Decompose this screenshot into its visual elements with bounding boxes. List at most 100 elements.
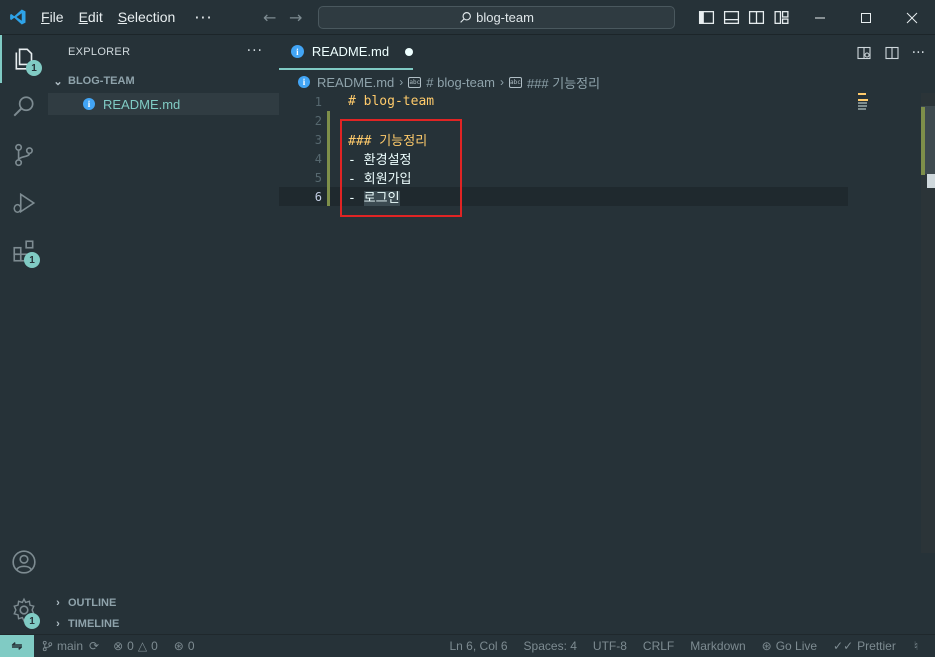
maximize-button[interactable] — [843, 0, 889, 35]
ports-count: 0 — [187, 639, 195, 653]
breadcrumb-heading-1[interactable]: # blog-team — [426, 75, 495, 90]
toggle-primary-sidebar-icon[interactable] — [698, 9, 715, 26]
language-mode: Markdown — [690, 639, 746, 653]
activity-source-control[interactable] — [0, 131, 48, 179]
chevron-right-icon: › — [399, 75, 404, 89]
info-file-icon: i — [291, 45, 304, 58]
timeline-section-header[interactable]: › TIMELINE — [48, 613, 279, 635]
breadcrumb: i README.md › abc # blog-team › abc ### … — [279, 71, 600, 93]
indentation: Spaces: 4 — [523, 639, 577, 653]
tab-label: README.md — [311, 44, 390, 59]
close-window-button[interactable] — [889, 0, 935, 35]
gutter-added-marker — [327, 111, 330, 130]
chevron-right-icon: › — [56, 618, 60, 630]
gutter-added-marker — [327, 130, 330, 149]
folder-section-header[interactable]: ⌄ BLOG-TEAM — [48, 70, 279, 92]
editor-more-button[interactable]: ··· — [912, 45, 925, 61]
breadcrumb-heading-3[interactable]: ### 기능정리 — [527, 73, 600, 92]
toggle-panel-icon[interactable] — [723, 9, 740, 26]
explorer-badge: 1 — [26, 60, 42, 76]
eol: CRLF — [642, 639, 675, 653]
menu-selection[interactable]: Selection — [116, 7, 178, 27]
branch-status[interactable]: main ⟳ — [42, 639, 99, 653]
customize-layout-icon[interactable] — [773, 9, 790, 26]
back-arrow-icon[interactable]: ← — [263, 8, 276, 27]
go-live-button[interactable]: ⊛ Go Live — [762, 639, 817, 653]
string-symbol-icon: abc — [508, 76, 522, 88]
language-status[interactable]: Markdown — [690, 639, 745, 653]
breadcrumb-file[interactable]: README.md — [317, 75, 394, 90]
close-icon — [906, 12, 918, 23]
outline-section-header[interactable]: › OUTLINE — [48, 592, 279, 614]
activity-extensions[interactable]: 1 — [0, 227, 48, 275]
minimize-button[interactable] — [797, 0, 843, 35]
ports-status[interactable]: ⊛ 0 — [174, 639, 195, 653]
bell-icon: ♮ — [913, 639, 919, 653]
gutter-added-marker — [327, 168, 330, 187]
activity-search[interactable] — [0, 83, 48, 131]
status-bar: ⇋ main ⟳ ⊗ 0 △ 0 ⊛ 0 Ln 6, Col 6 Spaces:… — [0, 634, 935, 657]
cursor-position-status[interactable]: Ln 6, Col 6 — [450, 639, 508, 653]
problems-status[interactable]: ⊗ 0 △ 0 — [113, 639, 158, 653]
file-item-readme[interactable]: i README.md — [48, 93, 279, 115]
sidebar-title: EXPLORER — [68, 46, 131, 58]
line-number: 3 — [314, 132, 322, 147]
explorer-sidebar: EXPLORER ··· ⌄ BLOG-TEAM i README.md › O… — [48, 35, 279, 634]
file-name: README.md — [103, 96, 181, 112]
scrollbar-change-marker — [921, 107, 925, 175]
menu-more-button[interactable]: ··· — [194, 8, 212, 27]
minimize-icon — [815, 17, 825, 18]
line-number: 1 — [314, 94, 322, 109]
broadcast-icon: ⊛ — [761, 639, 772, 653]
remote-indicator-button[interactable]: ⇋ — [0, 634, 34, 657]
chevron-right-icon: › — [56, 597, 60, 609]
run-debug-icon — [13, 192, 36, 214]
eol-status[interactable]: CRLF — [643, 639, 674, 653]
minimap[interactable] — [858, 93, 868, 111]
open-preview-icon[interactable] — [856, 45, 872, 61]
unsaved-dot-icon[interactable] — [405, 47, 413, 56]
split-editor-icon[interactable] — [884, 45, 900, 61]
chevron-right-icon: › — [499, 75, 504, 89]
indentation-status[interactable]: Spaces: 4 — [524, 639, 577, 653]
error-icon: ⊗ — [113, 639, 124, 653]
scrollbar-cursor-marker — [927, 174, 935, 188]
activity-manage[interactable]: 1 — [0, 586, 48, 634]
activity-explorer[interactable]: 1 — [0, 35, 48, 83]
notifications-button[interactable]: ♮ — [914, 639, 918, 653]
info-file-icon: i — [298, 76, 310, 88]
encoding: UTF-8 — [592, 639, 627, 653]
line-number: 6 — [314, 189, 322, 204]
sidebar-more-button[interactable]: ··· — [247, 43, 263, 59]
extensions-badge: 1 — [24, 252, 40, 268]
branch-name: main — [57, 639, 84, 653]
activity-accounts[interactable] — [0, 538, 48, 586]
branch-icon — [42, 640, 53, 652]
warning-count: 0 — [151, 639, 158, 653]
command-center-search[interactable]: blog-team — [318, 6, 675, 29]
double-check-icon: ✓✓ — [833, 639, 854, 653]
remote-icon: ⇋ — [11, 638, 23, 653]
prettier-status[interactable]: ✓✓ Prettier — [833, 639, 896, 653]
timeline-label: TIMELINE — [68, 618, 120, 630]
encoding-status[interactable]: UTF-8 — [593, 639, 627, 653]
activity-run-debug[interactable] — [0, 179, 48, 227]
menu-file[interactable]: File — [39, 7, 66, 27]
go-live-label: Go Live — [775, 639, 818, 653]
annotation-highlight-box — [340, 119, 462, 217]
folder-name: BLOG-TEAM — [68, 75, 135, 87]
line-number: 4 — [314, 151, 322, 166]
line-prefix: # — [348, 94, 356, 109]
forward-arrow-icon[interactable]: → — [289, 8, 302, 27]
maximize-icon — [861, 12, 871, 23]
menu-edit[interactable]: Edit — [77, 7, 105, 27]
info-file-icon: i — [83, 98, 95, 110]
manage-badge: 1 — [24, 613, 40, 629]
string-symbol-icon: abc — [408, 76, 422, 88]
error-count: 0 — [127, 639, 134, 653]
cursor-position: Ln 6, Col 6 — [449, 639, 508, 653]
sync-icon: ⟳ — [89, 639, 100, 653]
activity-bar: 1 1 1 — [0, 35, 48, 634]
toggle-secondary-sidebar-icon[interactable] — [748, 9, 765, 26]
tab-readme[interactable]: i README.md — [279, 35, 413, 70]
